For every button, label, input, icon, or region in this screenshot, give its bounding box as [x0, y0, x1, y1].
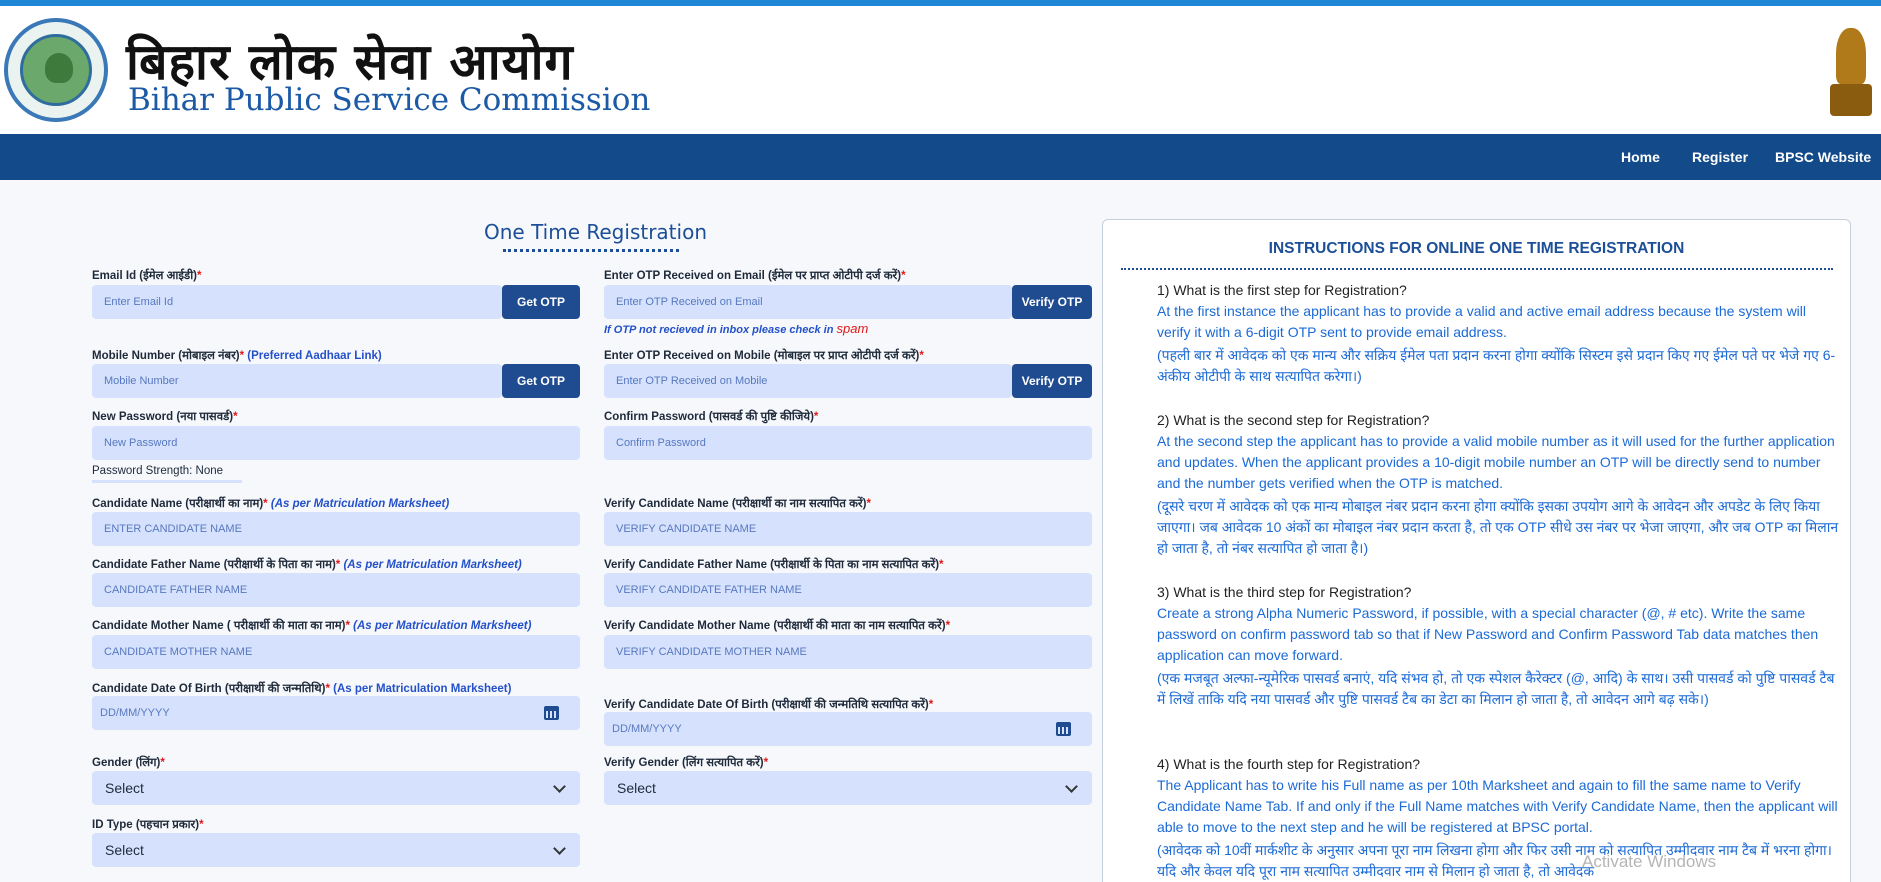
- instruction-hindi: (दूसरे चरण में आवेदक को एक मान्य मोबाइल …: [1157, 498, 1839, 556]
- nav-bpsc-website[interactable]: BPSC Website: [1775, 149, 1871, 165]
- mother-name-label: Candidate Mother Name ( परीक्षार्थी की म…: [92, 620, 532, 632]
- form-title: One Time Registration: [484, 220, 707, 244]
- chevron-down-icon: [553, 842, 566, 855]
- verify-father-name-label: Verify Candidate Father Name (परीक्षार्थ…: [604, 559, 944, 571]
- dob-note: (As per Matriculation Marksheet): [333, 683, 512, 695]
- calendar-icon[interactable]: [544, 706, 559, 720]
- mobile-otp-label: Enter OTP Received on Mobile (मोबाइल पर …: [604, 350, 924, 362]
- instruction-question: 2) What is the second step for Registrat…: [1157, 412, 1430, 428]
- dob-input[interactable]: [92, 696, 580, 730]
- mobile-input[interactable]: [92, 364, 502, 398]
- email-label: Email Id (ईमेल आईडी)*: [92, 270, 202, 282]
- instructions-title: INSTRUCTIONS FOR ONLINE ONE TIME REGISTR…: [1268, 240, 1685, 257]
- email-input[interactable]: [92, 285, 502, 319]
- candidate-name-note: (As per Matriculation Marksheet): [270, 498, 450, 510]
- email-otp-label: Enter OTP Received on Email (ईमेल पर प्र…: [604, 270, 906, 282]
- instruction-question: 4) What is the fourth step for Registrat…: [1157, 756, 1421, 772]
- verify-dob-label: Verify Candidate Date Of Birth (परीक्षार…: [604, 699, 934, 711]
- verify-gender-select-value: Select: [617, 780, 656, 796]
- gender-select[interactable]: Select: [92, 771, 580, 805]
- id-type-label: ID Type (पहचान प्रकार)*: [92, 819, 204, 831]
- verify-mother-name-input[interactable]: [604, 635, 1092, 669]
- instruction-step-4: 4) What is the fourth step for Registrat…: [1157, 754, 1843, 882]
- instruction-step-2: 2) What is the second step for Registrat…: [1157, 410, 1843, 559]
- nav-register[interactable]: Register: [1692, 149, 1748, 165]
- chevron-down-icon: [1065, 780, 1078, 793]
- mobile-verify-otp-button[interactable]: Verify OTP: [1012, 364, 1092, 398]
- father-name-note: (As per Matriculation Marksheet): [343, 559, 522, 571]
- instruction-hindi: (एक मजबूत अल्फा-न्यूमेरिक पासवर्ड बनाएं,…: [1157, 670, 1835, 707]
- gender-select-value: Select: [105, 780, 144, 796]
- nav-home[interactable]: Home: [1621, 149, 1660, 165]
- emblem-base: [1830, 84, 1872, 116]
- instruction-step-3: 3) What is the third step for Registrati…: [1157, 582, 1843, 710]
- instruction-english: At the first instance the applicant has …: [1157, 303, 1807, 340]
- candidate-name-input[interactable]: [92, 512, 580, 546]
- verify-candidate-name-input[interactable]: [604, 512, 1092, 546]
- mobile-otp-input[interactable]: [604, 364, 1012, 398]
- chevron-down-icon: [553, 780, 566, 793]
- instruction-english: At the second step the applicant has to …: [1157, 433, 1835, 491]
- activate-windows-watermark: Activate Windows: [1582, 852, 1717, 871]
- verify-mother-name-label: Verify Candidate Mother Name (परीक्षार्थ…: [604, 620, 951, 632]
- verify-father-name-input[interactable]: [604, 573, 1092, 607]
- new-password-label: New Password (नया पासवर्ड)*: [92, 411, 238, 423]
- email-verify-otp-button[interactable]: Verify OTP: [1012, 285, 1092, 319]
- logo-seal: [20, 34, 92, 106]
- instruction-step-1: 1) What is the first step for Registrati…: [1157, 280, 1843, 387]
- instruction-english: The Applicant has to write his Full name…: [1157, 777, 1838, 835]
- mother-name-note: (As per Matriculation Marksheet): [353, 620, 532, 632]
- site-header: बिहार लोक सेवा आयोग Bihar Public Service…: [0, 6, 1881, 134]
- instruction-hindi: (पहली बार में आवेदक को एक मान्य और सक्रि…: [1157, 347, 1836, 384]
- mobile-label: Mobile Number (मोबाइल नंबर)* (Preferred …: [92, 350, 382, 362]
- email-otp-input[interactable]: [604, 285, 1012, 319]
- instruction-english: Create a strong Alpha Numeric Password, …: [1157, 605, 1819, 663]
- password-strength-text: Password Strength: None: [92, 465, 224, 477]
- id-type-select-value: Select: [105, 842, 144, 858]
- instruction-question: 1) What is the first step for Registrati…: [1157, 282, 1407, 298]
- emblem-lions: [1836, 28, 1866, 84]
- candidate-name-label: Candidate Name (परीक्षार्थी का नाम)* (As…: [92, 498, 450, 510]
- instruction-hindi: (आवेदक को 10वीं मार्कशीट के अनुसार अपना …: [1157, 842, 1832, 879]
- mobile-get-otp-button[interactable]: Get OTP: [502, 364, 580, 398]
- verify-candidate-name-label: Verify Candidate Name (परीक्षार्थी का ना…: [604, 498, 871, 510]
- father-name-input[interactable]: [92, 573, 580, 607]
- password-strength-bar: [92, 480, 242, 483]
- email-get-otp-button[interactable]: Get OTP: [502, 285, 580, 319]
- verify-dob-input[interactable]: [604, 712, 1092, 746]
- id-type-select[interactable]: Select: [92, 833, 580, 867]
- new-password-input[interactable]: [92, 426, 580, 460]
- national-emblem-icon: [1822, 24, 1880, 122]
- form-title-underline: [503, 249, 679, 252]
- main-navbar: Home Register BPSC Website: [0, 134, 1881, 180]
- instruction-question: 3) What is the third step for Registrati…: [1157, 584, 1412, 600]
- tree-icon: [45, 53, 73, 83]
- instructions-title-underline: [1121, 268, 1833, 270]
- site-title-english: Bihar Public Service Commission: [128, 82, 651, 118]
- father-name-label: Candidate Father Name (परीक्षार्थी के पि…: [92, 559, 522, 571]
- spam-word: spam: [836, 321, 869, 336]
- bpsc-logo: [4, 18, 108, 122]
- verify-gender-select[interactable]: Select: [604, 771, 1092, 805]
- verify-gender-label: Verify Gender (लिंग सत्यापित करें)*: [604, 757, 769, 769]
- mother-name-input[interactable]: [92, 635, 580, 669]
- gender-label: Gender (लिंग)*: [92, 757, 165, 769]
- confirm-password-input[interactable]: [604, 426, 1092, 460]
- spam-hint: If OTP not recieved in inbox please chec…: [604, 321, 869, 336]
- confirm-password-label: Confirm Password (पासवर्ड की पुष्टि कीजि…: [604, 411, 819, 423]
- calendar-icon[interactable]: [1056, 722, 1071, 736]
- dob-label: Candidate Date Of Birth (परीक्षार्थी की …: [92, 683, 512, 695]
- instructions-panel[interactable]: INSTRUCTIONS FOR ONLINE ONE TIME REGISTR…: [1102, 219, 1851, 882]
- mobile-note: (Preferred Aadhaar Link): [247, 350, 382, 362]
